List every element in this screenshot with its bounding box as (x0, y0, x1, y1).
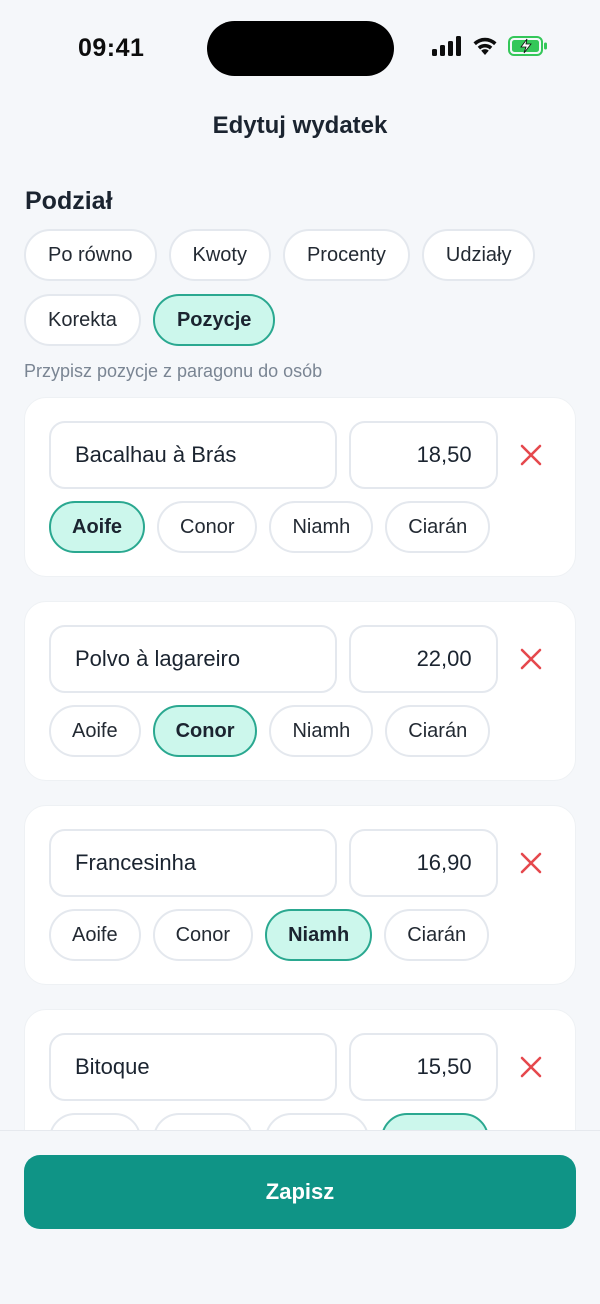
assign-person-chip[interactable]: Niamh (265, 909, 373, 961)
bottom-action-bar: Zapisz (0, 1130, 600, 1304)
assign-person-chip[interactable]: Ciarán (385, 705, 491, 757)
dynamic-island (207, 21, 394, 76)
receipt-item-card: Bitoque 15,50 Aoife Conor Niamh Ciarán (24, 1009, 576, 1130)
assign-person-chip[interactable]: Aoife (49, 909, 141, 961)
split-mode-chips: Po równo Kwoty Procenty Udziały Korekta … (24, 229, 584, 346)
status-time: 09:41 (78, 34, 145, 62)
assign-person-chip[interactable]: Ciarán (385, 501, 491, 553)
split-mode-percentages[interactable]: Procenty (282, 229, 410, 281)
status-bar: 09:41 (0, 0, 600, 96)
wifi-icon (473, 37, 497, 55)
receipt-item-card: Francesinha 16,90 Aoife Conor Niamh Ciar… (24, 805, 576, 985)
assign-person-chip[interactable]: Niamh (269, 501, 374, 553)
delete-item-button[interactable] (512, 1047, 551, 1087)
cellular-signal-icon (432, 36, 461, 56)
status-icons (432, 36, 548, 56)
assign-person-chip[interactable]: Aoife (49, 501, 145, 553)
delete-item-button[interactable] (512, 639, 551, 679)
item-amount-input[interactable]: 18,50 (349, 421, 498, 489)
item-name-input[interactable]: Bacalhau à Brás (49, 421, 338, 489)
close-icon (520, 444, 542, 466)
item-name-input[interactable]: Polvo à lagareiro (49, 625, 338, 693)
assign-person-chip[interactable]: Niamh (269, 705, 374, 757)
item-name-input[interactable]: Bitoque (49, 1033, 338, 1101)
assign-person-chip[interactable]: Ciarán (380, 1113, 490, 1130)
item-amount-input[interactable]: 15,50 (349, 1033, 498, 1101)
close-icon (520, 1056, 542, 1078)
split-hint: Przypisz pozycje z paragonu do osób (24, 361, 323, 381)
receipt-item-card: Bacalhau à Brás 18,50 Aoife Conor Niamh … (24, 397, 576, 577)
close-icon (520, 648, 542, 670)
page-title: Edytuj wydatek (212, 112, 388, 139)
split-mode-adjustment[interactable]: Korekta (24, 294, 141, 346)
assign-person-chip[interactable]: Conor (152, 909, 254, 961)
receipt-item-card: Polvo à lagareiro 22,00 Aoife Conor Niam… (24, 601, 576, 781)
delete-item-button[interactable] (512, 435, 551, 475)
save-button[interactable]: Zapisz (24, 1155, 576, 1229)
assign-person-chip[interactable]: Conor (157, 501, 258, 553)
assign-person-chip[interactable]: Ciarán (384, 909, 490, 961)
receipt-items-list[interactable]: Bacalhau à Brás 18,50 Aoife Conor Niamh … (24, 397, 576, 1130)
split-mode-shares[interactable]: Udziały (421, 229, 536, 281)
assign-person-chip[interactable]: Aoife (49, 705, 141, 757)
delete-item-button[interactable] (512, 843, 551, 883)
assign-person-chip[interactable]: Niamh (265, 1113, 369, 1130)
assign-person-chip[interactable]: Conor (152, 705, 258, 757)
split-mode-amounts[interactable]: Kwoty (168, 229, 271, 281)
split-mode-items[interactable]: Pozycje (152, 294, 276, 346)
split-section-title: Podział (25, 187, 113, 215)
split-mode-equal[interactable]: Po równo (24, 229, 157, 281)
item-amount-input[interactable]: 22,00 (349, 625, 498, 693)
item-amount-input[interactable]: 16,90 (349, 829, 498, 897)
assign-person-chip[interactable]: Conor (152, 1113, 254, 1130)
assign-person-chip[interactable]: Aoife (49, 1113, 141, 1130)
close-icon (520, 852, 542, 874)
item-name-input[interactable]: Francesinha (49, 829, 338, 897)
battery-charging-icon (508, 36, 547, 56)
